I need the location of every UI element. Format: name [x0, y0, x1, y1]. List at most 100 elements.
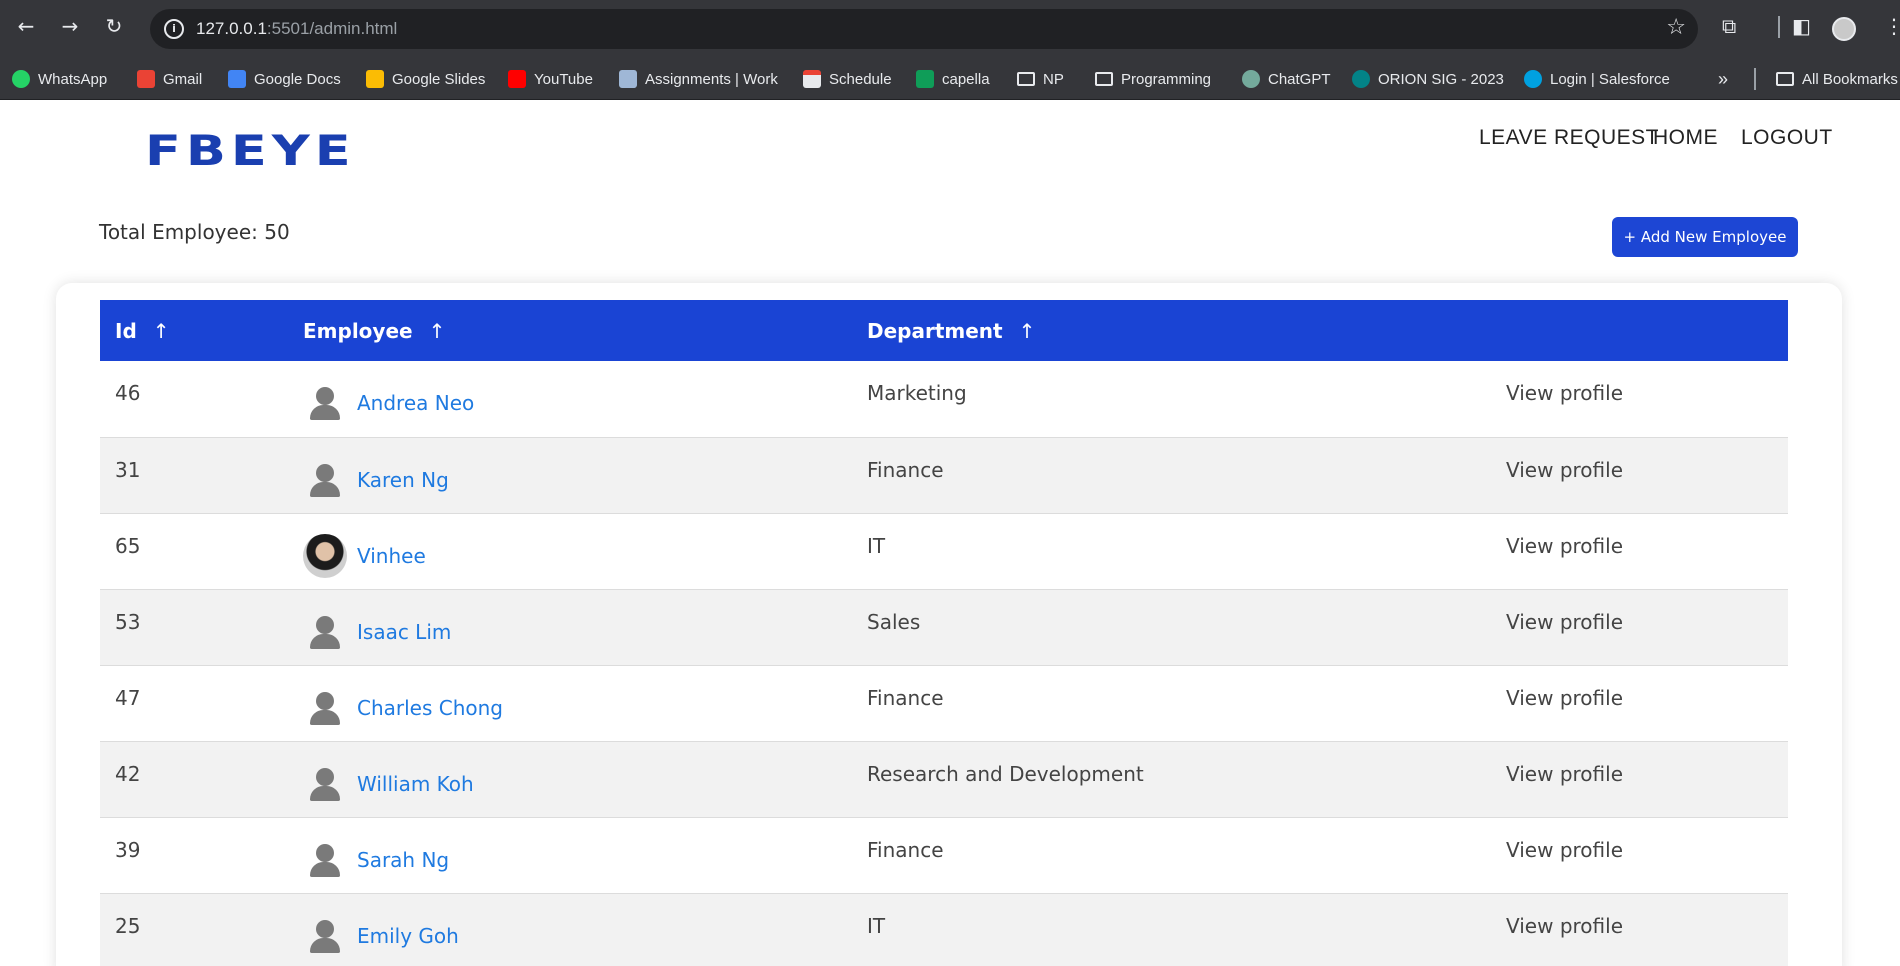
bookmark-label: Assignments | Work: [645, 70, 778, 88]
bookmark-label: YouTube: [534, 70, 593, 88]
employee-department: Research and Development: [852, 741, 1491, 818]
employee-id: 65: [100, 513, 288, 590]
extensions-icon[interactable]: ⧉: [1722, 14, 1736, 38]
fbeye-logo[interactable]: FBEYE: [145, 126, 351, 175]
url-path: :5501/admin.html: [266, 19, 398, 38]
forward-icon[interactable]: →: [56, 12, 84, 40]
google-docs-icon: [228, 70, 246, 88]
avatar-placeholder-icon: [303, 458, 347, 502]
folder-icon: [1095, 72, 1113, 86]
employee-name-link[interactable]: Emily Goh: [357, 924, 459, 948]
bookmark-label: WhatsApp: [38, 70, 108, 88]
employee-department: Sales: [852, 589, 1491, 666]
bookmark-gmail[interactable]: Gmail: [137, 58, 202, 100]
bookmark-folder-programming[interactable]: Programming: [1095, 58, 1211, 100]
bookmark-youtube[interactable]: YouTube: [508, 58, 593, 100]
table-row: 25 Emily Goh IT View profile: [100, 893, 1788, 966]
view-profile-link[interactable]: View profile: [1491, 893, 1788, 966]
employee-name-link[interactable]: William Koh: [357, 772, 474, 796]
bookmark-assignments[interactable]: Assignments | Work: [619, 58, 778, 100]
table-row: 39 Sarah Ng Finance View profile: [100, 817, 1788, 894]
sort-arrow-icon[interactable]: ↑: [429, 319, 446, 343]
address-bar[interactable]: i 127.0.0.1:5501/admin.html ☆: [150, 9, 1698, 49]
bookmark-label: Login | Salesforce: [1550, 70, 1670, 88]
column-department-header[interactable]: Department ↑: [852, 300, 1491, 361]
sort-arrow-icon[interactable]: ↑: [153, 319, 170, 343]
bookmark-label: ORION SIG - 2023: [1378, 70, 1504, 88]
menu-kebab-icon[interactable]: ⋮: [1884, 14, 1900, 38]
view-profile-link[interactable]: View profile: [1491, 665, 1788, 742]
bookmark-whatsapp[interactable]: WhatsApp: [12, 58, 107, 100]
bookmark-chatgpt[interactable]: ChatGPT: [1242, 58, 1331, 100]
employee-name-link[interactable]: Andrea Neo: [357, 391, 474, 415]
view-profile-link[interactable]: View profile: [1491, 741, 1788, 818]
browser-toolbar: ← → ↻ i 127.0.0.1:5501/admin.html ☆ ⧉ ◧ …: [0, 0, 1900, 58]
profile-avatar-icon[interactable]: [1832, 17, 1856, 41]
site-info-icon[interactable]: i: [164, 19, 184, 39]
employee-id: 47: [100, 665, 288, 742]
sort-arrow-icon[interactable]: ↑: [1019, 319, 1036, 343]
url-text[interactable]: 127.0.0.1:5501/admin.html: [196, 19, 397, 39]
employee-cell: Karen Ng: [288, 437, 852, 514]
employee-cell: Sarah Ng: [288, 817, 852, 894]
book-icon: [619, 70, 637, 88]
view-profile-link[interactable]: View profile: [1491, 589, 1788, 666]
column-label: Department: [867, 318, 1003, 343]
bookmark-salesforce[interactable]: Login | Salesforce: [1524, 58, 1670, 100]
bookmark-label: Google Docs: [254, 70, 341, 88]
employee-id: 31: [100, 437, 288, 514]
avatar-placeholder-icon: [303, 381, 347, 425]
employee-name-link[interactable]: Vinhee: [357, 544, 426, 568]
view-profile-link[interactable]: View profile: [1491, 817, 1788, 894]
employee-id: 25: [100, 893, 288, 966]
column-id-header[interactable]: Id ↑: [100, 300, 288, 361]
avatar-placeholder-icon: [303, 762, 347, 806]
folder-icon: [1017, 72, 1035, 86]
bookmark-folder-np[interactable]: NP: [1017, 58, 1064, 100]
bookmark-capella[interactable]: capella: [916, 58, 990, 100]
view-profile-link[interactable]: View profile: [1491, 361, 1788, 438]
bookmark-orion[interactable]: ORION SIG - 2023: [1352, 58, 1504, 100]
all-bookmarks-folder[interactable]: All Bookmarks: [1776, 58, 1898, 100]
bookmark-label: Google Slides: [392, 70, 486, 88]
avatar-photo: [303, 533, 347, 578]
nav-leave-request[interactable]: LEAVE REQUEST: [1479, 126, 1659, 150]
employee-department: Marketing: [852, 361, 1491, 438]
whatsapp-icon: [12, 70, 30, 88]
bookmark-label: NP: [1043, 70, 1064, 88]
table-header-row: Id ↑ Employee ↑ Department ↑: [100, 300, 1788, 361]
nav-home[interactable]: HOME: [1653, 126, 1718, 150]
bookmark-star-icon[interactable]: ☆: [1666, 15, 1686, 40]
view-profile-link[interactable]: View profile: [1491, 437, 1788, 514]
bookmark-label: All Bookmarks: [1802, 70, 1898, 88]
nav-logout[interactable]: LOGOUT: [1741, 126, 1833, 150]
bookmark-google-docs[interactable]: Google Docs: [228, 58, 341, 100]
bookmark-google-slides[interactable]: Google Slides: [366, 58, 485, 100]
back-icon[interactable]: ←: [12, 12, 40, 40]
bookmark-schedule[interactable]: Schedule: [803, 58, 892, 100]
avatar-placeholder-icon: [303, 686, 347, 730]
logo-text: FBEYE: [145, 126, 356, 175]
view-profile-link[interactable]: View profile: [1491, 513, 1788, 590]
salesforce-icon: [1524, 70, 1542, 88]
side-panel-icon[interactable]: ◧: [1792, 14, 1811, 38]
table-row: 42 William Koh Research and Development …: [100, 741, 1788, 818]
employee-department: Finance: [852, 665, 1491, 742]
add-new-employee-button[interactable]: + Add New Employee: [1612, 217, 1798, 257]
avatar-placeholder-icon: [303, 838, 347, 882]
chatgpt-icon: [1242, 70, 1260, 88]
employee-name-link[interactable]: Charles Chong: [357, 696, 503, 720]
employee-name-link[interactable]: Sarah Ng: [357, 848, 449, 872]
url-host: 127.0.0.1: [196, 19, 267, 38]
employee-name-link[interactable]: Isaac Lim: [357, 620, 451, 644]
employee-name-link[interactable]: Karen Ng: [357, 468, 449, 492]
bookmark-label: ChatGPT: [1268, 70, 1331, 88]
reload-icon[interactable]: ↻: [100, 12, 128, 40]
bookmark-label: Gmail: [163, 70, 203, 88]
column-employee-header[interactable]: Employee ↑: [288, 300, 852, 361]
bookmarks-bar: WhatsApp Gmail Google Docs Google Slides…: [0, 58, 1900, 100]
more-bookmarks-icon[interactable]: »: [1718, 58, 1728, 100]
admin-page: FBEYE LEAVE REQUEST HOME LOGOUT Total Em…: [0, 100, 1900, 966]
column-label: Employee: [303, 318, 413, 343]
table-row: 53 Isaac Lim Sales View profile: [100, 589, 1788, 666]
